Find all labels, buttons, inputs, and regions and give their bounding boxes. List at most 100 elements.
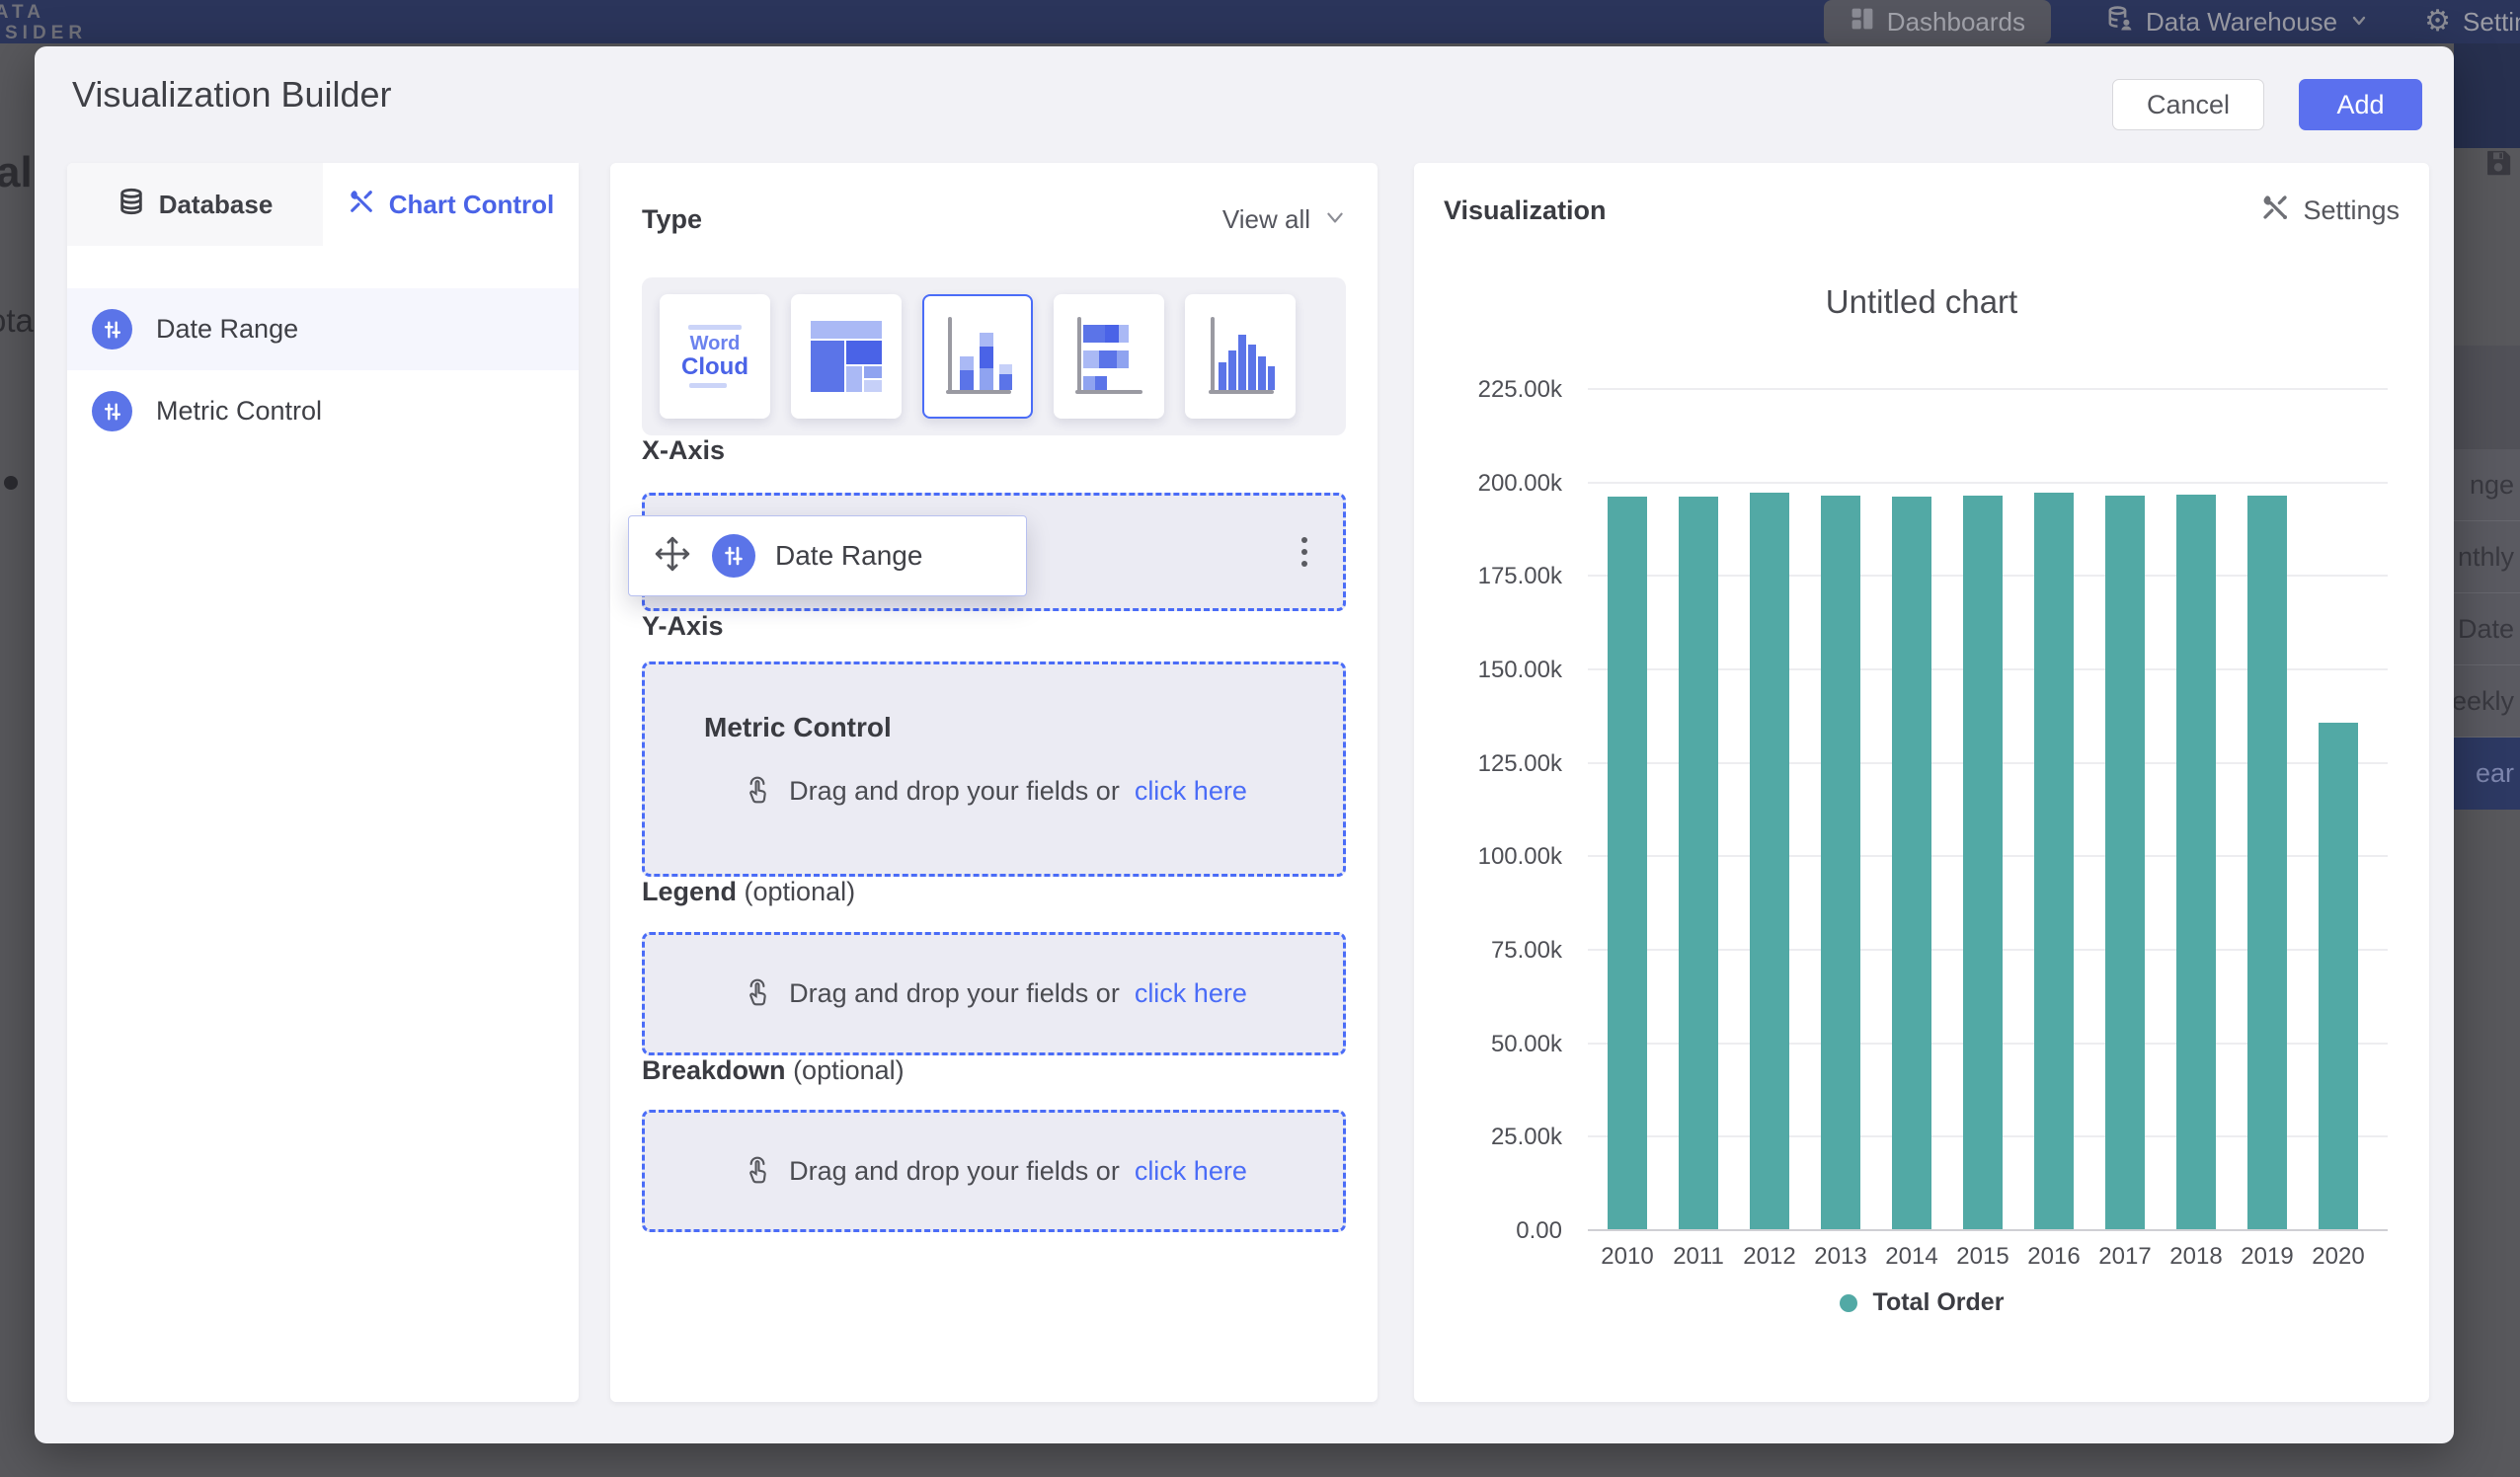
gridline: 0.00 <box>1588 1229 2388 1231</box>
drop-hint-text: Drag and drop your fields or <box>789 776 1120 807</box>
chip-label: Date Range <box>775 540 922 572</box>
chart-type-stacked-column[interactable] <box>922 294 1033 419</box>
chart-type-treemap[interactable] <box>791 294 902 419</box>
tab-database-label: Database <box>159 190 274 220</box>
click-here-link[interactable]: click here <box>1135 776 1247 807</box>
drop-hint-text: Drag and drop your fields or <box>789 1156 1120 1187</box>
tap-icon <box>741 1152 774 1191</box>
view-all-dropdown[interactable]: View all <box>1222 204 1346 235</box>
type-label: Type <box>642 204 702 235</box>
dashboards-grid-icon <box>1850 6 1875 39</box>
control-icon <box>92 309 132 350</box>
modal-panels: Database Chart Control Date Rang <box>67 163 2429 1402</box>
modal-title: Visualization Builder <box>72 74 392 116</box>
background-bullet <box>4 476 18 490</box>
add-button[interactable]: Add <box>2299 79 2422 130</box>
nav-settings-label: Settings <box>2463 7 2520 38</box>
y-axis-tick-label: 75.00k <box>1444 937 1562 965</box>
field-metric-control[interactable]: Metric Control <box>67 370 579 452</box>
field-date-range[interactable]: Date Range <box>67 288 579 370</box>
chart-type-column[interactable] <box>1185 294 1296 419</box>
chart-bar <box>2105 496 2145 1229</box>
chart-bar <box>1963 496 2003 1229</box>
x-axis-tick-label: 2018 <box>2161 1243 2232 1271</box>
chart-settings-button[interactable]: Settings <box>2260 193 2400 229</box>
chart-bar <box>1750 493 1789 1229</box>
x-axis-tick-label: 2020 <box>2303 1243 2374 1271</box>
x-axis-tick-label: 2011 <box>1663 1243 1734 1271</box>
y-axis-box-title: Metric Control <box>704 712 892 743</box>
view-all-label: View all <box>1222 204 1310 235</box>
kebab-menu-icon[interactable] <box>1301 537 1307 567</box>
y-axis-tick-label: 100.00k <box>1444 843 1562 871</box>
chart-type-word-cloud[interactable]: Word Cloud <box>660 294 770 419</box>
nav-dashboards-label: Dashboards <box>1887 7 2025 38</box>
chart-bar <box>2176 495 2216 1229</box>
chart-bar <box>2319 723 2358 1229</box>
background-subheading-fragment: ota <box>0 302 34 340</box>
x-axis-dropzone[interactable]: Date Range Date Range <box>642 493 1346 611</box>
y-axis-tick-label: 0.00 <box>1444 1217 1562 1245</box>
x-axis-tick-label: 2010 <box>1592 1243 1663 1271</box>
legend-label: Total Order <box>1873 1288 2005 1317</box>
tools-icon <box>348 188 375 222</box>
x-axis-tick-label: 2015 <box>1947 1243 2018 1271</box>
chart-type-strip: Word Cloud <box>642 277 1346 435</box>
breakdown-dropzone[interactable]: Drag and drop your fields or click here <box>642 1110 1346 1232</box>
chart-bar <box>1679 497 1718 1229</box>
warehouse-database-icon <box>2106 5 2134 39</box>
x-axis-tick-label: 2013 <box>1805 1243 1876 1271</box>
legend-dropzone[interactable]: Drag and drop your fields or click here <box>642 932 1346 1055</box>
word-cloud-word-1: Word <box>690 334 741 354</box>
x-axis-tick-label: 2016 <box>2018 1243 2089 1271</box>
fields-tabs: Database Chart Control <box>67 163 579 246</box>
field-label: Date Range <box>156 314 298 345</box>
x-axis-tick-label: 2014 <box>1876 1243 1947 1271</box>
nav-dashboards[interactable]: Dashboards <box>1824 0 2051 43</box>
date-range-chip[interactable]: Date Range <box>628 515 1027 596</box>
tab-chart-control[interactable]: Chart Control <box>323 163 579 246</box>
nav-data-warehouse[interactable]: Data Warehouse <box>2106 0 2369 43</box>
control-icon <box>712 534 755 578</box>
field-label: Metric Control <box>156 396 322 427</box>
nav-settings[interactable]: ⚙ Settings <box>2424 0 2520 43</box>
visualization-builder-modal: Visualization Builder Cancel Add Databas… <box>35 46 2454 1443</box>
screen: DATA INSIDER Dashboards Data Warehouse <box>0 0 2520 1477</box>
tab-database[interactable]: Database <box>67 163 323 246</box>
y-axis-tick-label: 200.00k <box>1444 470 1562 498</box>
drop-hint-text: Drag and drop your fields or <box>789 978 1120 1009</box>
app-logo: DATA INSIDER <box>0 0 87 43</box>
legend-swatch <box>1840 1294 1857 1312</box>
legend-heading: Legend (optional) <box>642 877 1346 907</box>
breakdown-heading: Breakdown (optional) <box>642 1055 1346 1086</box>
chart-title: Untitled chart <box>1444 283 2400 321</box>
gear-icon: ⚙ <box>2424 7 2451 37</box>
chart-xlabels: 2010201120122013201420152016201720182019… <box>1592 1243 2374 1271</box>
chart-type-stacked-bar[interactable] <box>1054 294 1164 419</box>
cancel-button[interactable]: Cancel <box>2112 79 2264 130</box>
chevron-down-icon <box>2349 7 2369 38</box>
chevron-down-icon <box>1324 204 1346 235</box>
click-here-link[interactable]: click here <box>1135 978 1247 1009</box>
logo-line-1: DATA <box>0 2 87 23</box>
background-heading-fragment: al <box>0 148 33 197</box>
y-axis-tick-label: 25.00k <box>1444 1124 1562 1151</box>
x-axis-tick-label: 2019 <box>2232 1243 2303 1271</box>
chart-legend: Total Order <box>1444 1288 2400 1317</box>
x-axis-tick-label: 2017 <box>2089 1243 2161 1271</box>
background-band <box>2454 346 2520 449</box>
nav-items: Dashboards Data Warehouse ⚙ Settings <box>1824 0 2520 43</box>
tap-icon <box>741 974 774 1013</box>
y-axis-tick-label: 150.00k <box>1444 657 1562 684</box>
chart-bars <box>1592 388 2374 1229</box>
visualization-heading: Visualization <box>1444 195 1607 226</box>
click-here-link[interactable]: click here <box>1135 1156 1247 1187</box>
chart-settings-label: Settings <box>2303 195 2400 226</box>
y-axis-dropzone[interactable]: Metric Control Drag and drop your fields… <box>642 661 1346 877</box>
top-nav: DATA INSIDER Dashboards Data Warehouse <box>0 0 2520 43</box>
save-icon <box>2482 148 2514 183</box>
control-icon <box>92 391 132 431</box>
tools-icon <box>2260 193 2290 229</box>
tab-chart-control-label: Chart Control <box>389 190 555 220</box>
y-axis-heading: Y-Axis <box>642 611 1346 642</box>
